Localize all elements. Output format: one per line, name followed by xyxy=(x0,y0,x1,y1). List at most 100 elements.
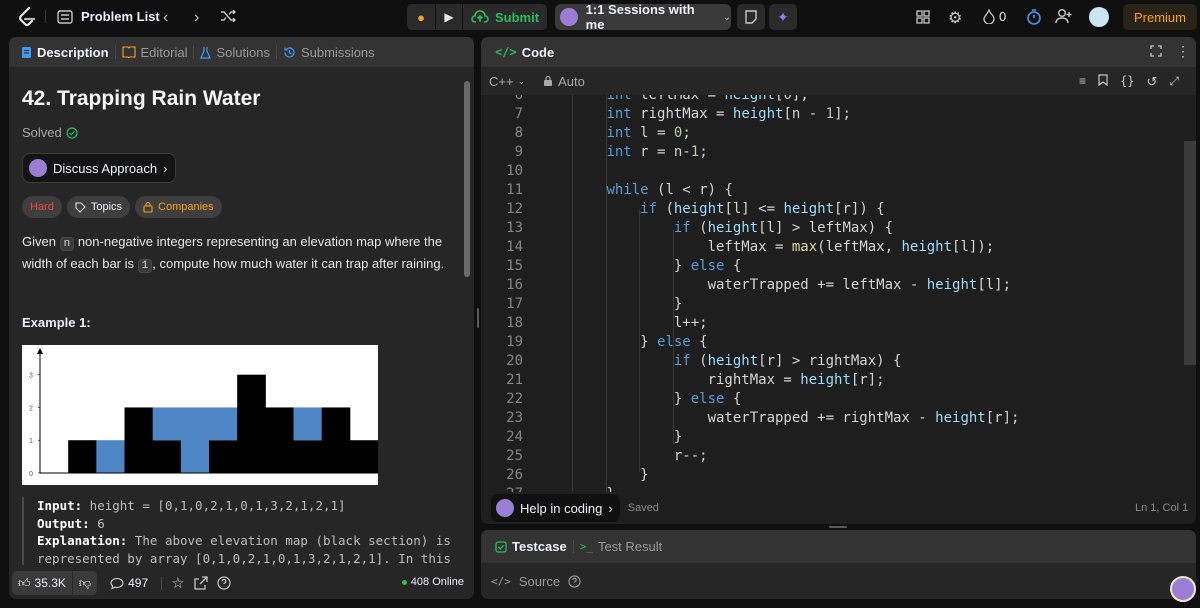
code-line[interactable]: 24 } xyxy=(481,428,1181,447)
line-code: waterTrapped += rightMax - height[r]; xyxy=(539,410,1020,426)
source-label[interactable]: Source xyxy=(519,574,560,589)
code-line[interactable]: 23 waterTrapped += rightMax - height[r]; xyxy=(481,409,1181,428)
layout-icon[interactable] xyxy=(916,10,930,24)
debug-button[interactable]: ● xyxy=(407,4,435,30)
code-line[interactable]: 25 r--; xyxy=(481,447,1181,466)
code-line[interactable]: 20 if (height[r] > rightMax) { xyxy=(481,352,1181,371)
bookmark-icon[interactable] xyxy=(1098,74,1108,90)
code-scrollbar[interactable] xyxy=(1184,141,1196,365)
submit-button[interactable]: Submit xyxy=(463,4,547,30)
testcase-label: Testcase xyxy=(512,539,567,554)
help-icon[interactable] xyxy=(568,575,581,588)
help-icon[interactable] xyxy=(216,576,231,590)
help-in-coding-button[interactable]: Help in coding › xyxy=(491,494,620,522)
code-line[interactable]: 26 } xyxy=(481,466,1181,485)
code-line[interactable]: 10 xyxy=(481,162,1181,181)
like-button[interactable]: 👍︎ 35.3K xyxy=(12,571,72,595)
comments-button[interactable]: 497 xyxy=(106,576,152,590)
tab-submissions[interactable]: Submissions xyxy=(277,45,381,60)
code-line[interactable]: 15 } else { xyxy=(481,257,1181,276)
vertical-resize-handle[interactable] xyxy=(829,526,847,528)
streak-counter[interactable]: 0 xyxy=(983,9,1006,24)
elevation-bar xyxy=(237,374,266,473)
problem-list-button[interactable]: Problem List xyxy=(57,9,160,24)
code-line[interactable]: 17 } xyxy=(481,295,1181,314)
elevation-bar xyxy=(349,440,379,473)
code-line[interactable]: 21 rightMax = height[r]; xyxy=(481,371,1181,390)
testcase-tabs: Testcase >_ Test Result xyxy=(481,530,1196,563)
code-line[interactable]: 6 int leftMax = height[0]; xyxy=(481,95,1181,105)
code-line[interactable]: 9 int r = n-1; xyxy=(481,143,1181,162)
add-user-icon[interactable] xyxy=(1055,8,1073,24)
test-result-label: Test Result xyxy=(597,539,663,554)
format-icon[interactable]: ≡ xyxy=(1079,74,1086,90)
timer-icon[interactable] xyxy=(1026,8,1042,25)
ai-button[interactable]: ✦ xyxy=(769,4,797,30)
topics-tag[interactable]: Topics xyxy=(66,196,131,218)
language-select[interactable]: C++ ⌄ xyxy=(489,74,525,89)
code-line[interactable]: 19 } else { xyxy=(481,333,1181,352)
line-number: 7 xyxy=(514,106,523,122)
panel-resize-handle[interactable] xyxy=(477,308,479,328)
comment-icon xyxy=(110,577,124,590)
tab-test-result[interactable]: >_ Test Result xyxy=(574,539,669,554)
line-code: } else { xyxy=(539,334,708,350)
assistant-fab-avatar[interactable] xyxy=(1170,576,1196,602)
tab-solutions-label: Solutions xyxy=(216,44,270,60)
flask-icon xyxy=(200,46,212,59)
reset-icon[interactable]: ↺ xyxy=(1146,74,1157,90)
code-editor[interactable]: 6 int leftMax = height[0]; 7 int rightMax… xyxy=(481,95,1196,492)
assistant-avatar xyxy=(29,159,47,177)
discuss-approach-button[interactable]: Discuss Approach › xyxy=(22,153,176,183)
settings-gear-icon[interactable]: ⚙ xyxy=(948,8,962,28)
tab-code[interactable]: </> Code xyxy=(489,45,560,60)
maximize-icon[interactable] xyxy=(1150,45,1162,57)
description-scrollbar[interactable] xyxy=(464,81,470,277)
line-number: 22 xyxy=(506,391,523,407)
code-line[interactable]: 8 int l = 0; xyxy=(481,124,1181,143)
shuffle-icon[interactable] xyxy=(220,9,236,23)
panel-menu-icon[interactable]: ⋮ xyxy=(1176,43,1190,60)
description-panel: Description Editorial Solutions Submissi… xyxy=(9,37,474,599)
y-tick-label: 1 xyxy=(29,438,33,445)
code-line[interactable]: 7 int rightMax = height[n - 1]; xyxy=(481,105,1181,124)
autosave-toggle[interactable]: Auto xyxy=(543,74,585,89)
top-bar: Problem List ‹ › ● ▶ Submit 1:1 Sessions… xyxy=(0,0,1200,34)
code-line[interactable]: 18 l++; xyxy=(481,314,1181,333)
star-icon[interactable]: ☆ xyxy=(171,574,184,592)
user-avatar[interactable] xyxy=(1089,7,1109,27)
code-line[interactable]: 11 while (l < r) { xyxy=(481,181,1181,200)
note-icon xyxy=(745,10,757,24)
code-line[interactable]: 12 if (height[l] <= height[r]) { xyxy=(481,200,1181,219)
problem-title[interactable]: 42. Trapping Rain Water xyxy=(22,87,260,111)
tab-testcase[interactable]: Testcase xyxy=(489,539,573,554)
share-icon[interactable] xyxy=(193,576,208,590)
code-line[interactable]: 22 } else { xyxy=(481,390,1181,409)
code-header: </> Code ⋮ xyxy=(481,37,1196,67)
premium-button[interactable]: Premium xyxy=(1123,4,1197,30)
thumbs-up-icon: 👍︎ xyxy=(18,575,31,590)
sessions-label: 1:1 Sessions with me xyxy=(585,2,695,32)
code-line[interactable]: 14 leftMax = max(leftMax, height[l]); xyxy=(481,238,1181,257)
prev-problem-icon[interactable]: ‹ xyxy=(163,9,168,27)
y-axis-arrow xyxy=(37,348,43,354)
companies-tag[interactable]: Companies xyxy=(135,196,222,218)
tab-solutions[interactable]: Solutions xyxy=(194,45,275,60)
dislike-button[interactable]: 👎︎ xyxy=(71,571,98,595)
run-button[interactable]: ▶ xyxy=(436,4,462,30)
tab-editorial[interactable]: Editorial xyxy=(116,45,194,60)
code-line[interactable]: 16 waterTrapped += leftMax - height[l]; xyxy=(481,276,1181,295)
code-line[interactable]: 13 if (height[l] > leftMax) { xyxy=(481,219,1181,238)
y-tick-label: 3 xyxy=(29,373,33,380)
tab-description[interactable]: Description xyxy=(15,45,115,60)
elevation-chart: 0 1 2 3 xyxy=(22,345,379,485)
next-problem-icon[interactable]: › xyxy=(194,9,199,27)
braces-icon[interactable]: {} xyxy=(1120,74,1134,90)
notes-button[interactable] xyxy=(737,4,765,30)
line-number: 20 xyxy=(506,353,523,369)
elevation-chart-svg: 0 1 2 3 xyxy=(29,348,379,478)
leetcode-logo-icon[interactable] xyxy=(17,7,37,27)
code-line[interactable]: 27 } xyxy=(481,485,1181,492)
sessions-button[interactable]: 1:1 Sessions with me ⌄ xyxy=(555,2,731,32)
expand-icon[interactable]: ⤢ xyxy=(1169,74,1179,90)
